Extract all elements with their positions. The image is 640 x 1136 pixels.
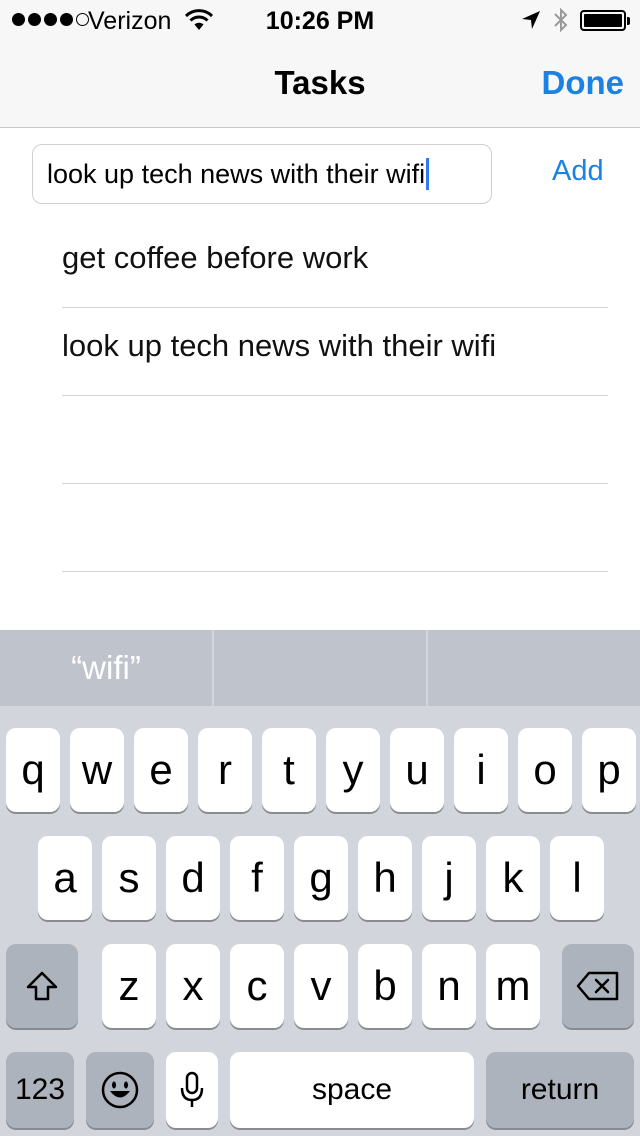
key[interactable]: o bbox=[518, 728, 572, 812]
emoji-key[interactable] bbox=[86, 1052, 154, 1128]
return-key[interactable]: return bbox=[486, 1052, 634, 1128]
key[interactable]: b bbox=[358, 944, 412, 1028]
dictation-key[interactable] bbox=[166, 1052, 218, 1128]
suggestion-item[interactable]: “wifi” bbox=[0, 630, 212, 706]
suggestion-item[interactable] bbox=[214, 630, 426, 706]
shift-key[interactable] bbox=[6, 944, 78, 1028]
task-row-empty[interactable] bbox=[62, 396, 608, 484]
key[interactable]: d bbox=[166, 836, 220, 920]
battery-icon bbox=[580, 10, 630, 31]
space-key[interactable]: space bbox=[230, 1052, 474, 1128]
key[interactable]: y bbox=[326, 728, 380, 812]
key[interactable]: z bbox=[102, 944, 156, 1028]
key[interactable]: c bbox=[230, 944, 284, 1028]
key[interactable]: i bbox=[454, 728, 508, 812]
task-text: look up tech news with their wifi bbox=[62, 328, 497, 363]
keyboard: q w e r t y u i o p a s d f g h j k l z … bbox=[0, 706, 640, 1136]
task-row-empty[interactable] bbox=[62, 484, 608, 572]
bluetooth-icon bbox=[554, 7, 568, 33]
key[interactable]: n bbox=[422, 944, 476, 1028]
top-bar: Verizon 10:26 PM Tasks Done bbox=[0, 0, 640, 128]
backspace-icon bbox=[576, 971, 619, 1001]
key[interactable]: e bbox=[134, 728, 188, 812]
emoji-icon bbox=[101, 1071, 139, 1109]
key[interactable]: f bbox=[230, 836, 284, 920]
suggestion-item[interactable] bbox=[428, 630, 640, 706]
task-row[interactable]: look up tech news with their wifi bbox=[62, 308, 608, 396]
key[interactable]: m bbox=[486, 944, 540, 1028]
key[interactable]: j bbox=[422, 836, 476, 920]
task-row[interactable]: get coffee before work bbox=[62, 220, 608, 308]
key[interactable]: g bbox=[294, 836, 348, 920]
backspace-key[interactable] bbox=[562, 944, 634, 1028]
location-arrow-icon bbox=[522, 11, 540, 29]
battery-fill bbox=[584, 14, 622, 27]
numbers-key[interactable]: 123 bbox=[6, 1052, 74, 1128]
status-bar: Verizon 10:26 PM bbox=[0, 0, 640, 40]
key[interactable]: q bbox=[6, 728, 60, 812]
task-input-field[interactable]: look up tech news with their wifi bbox=[32, 144, 492, 204]
predictive-suggestion-bar: “wifi” bbox=[0, 630, 640, 706]
key[interactable]: l bbox=[550, 836, 604, 920]
battery-nub bbox=[627, 17, 630, 25]
text-cursor bbox=[426, 158, 430, 190]
key[interactable]: t bbox=[262, 728, 316, 812]
add-button[interactable]: Add bbox=[552, 155, 604, 188]
key[interactable]: u bbox=[390, 728, 444, 812]
key[interactable]: a bbox=[38, 836, 92, 920]
key[interactable]: h bbox=[358, 836, 412, 920]
key[interactable]: w bbox=[70, 728, 124, 812]
done-button[interactable]: Done bbox=[542, 64, 625, 102]
task-input-value: look up tech news with their wifi bbox=[47, 158, 426, 189]
key[interactable]: x bbox=[166, 944, 220, 1028]
key[interactable]: k bbox=[486, 836, 540, 920]
key[interactable]: p bbox=[582, 728, 636, 812]
key[interactable]: r bbox=[198, 728, 252, 812]
key[interactable]: v bbox=[294, 944, 348, 1028]
status-time: 10:26 PM bbox=[265, 7, 375, 35]
shift-icon bbox=[26, 971, 58, 1001]
key[interactable]: s bbox=[102, 836, 156, 920]
microphone-icon bbox=[180, 1071, 204, 1107]
task-text: get coffee before work bbox=[62, 240, 369, 275]
